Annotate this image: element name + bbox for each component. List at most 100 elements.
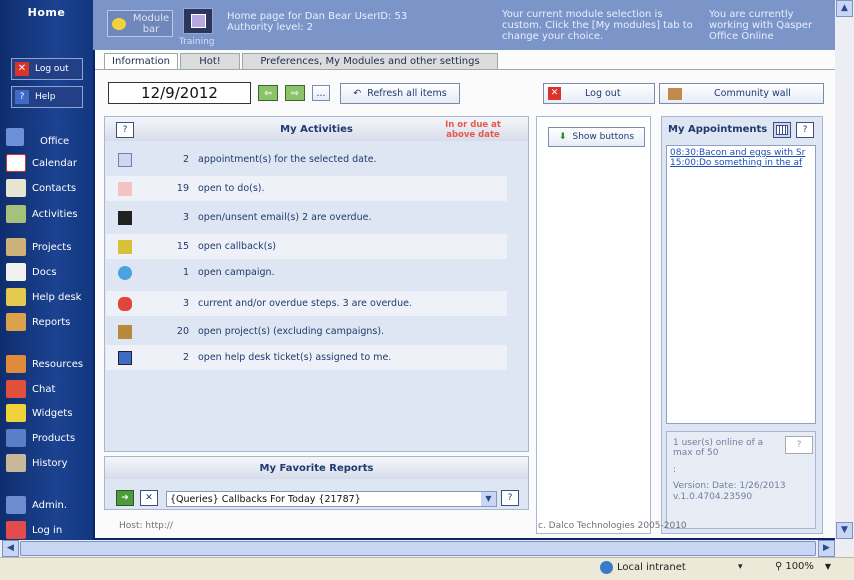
activity-count: 15	[176, 241, 189, 252]
nav-item-helpdesk[interactable]: Help desk	[6, 287, 81, 307]
nav-item-label: Chat	[32, 383, 56, 395]
nav-item-login[interactable]: Log in	[6, 520, 62, 540]
date-field[interactable]: 12/9/2012	[108, 82, 251, 104]
remove-report-button[interactable]: ✕	[140, 490, 158, 506]
nav-item-widgets[interactable]: Widgets	[6, 403, 72, 423]
activity-row-campaigns[interactable]: 1 open campaign.	[106, 260, 507, 285]
activity-count: 1	[182, 267, 189, 278]
activity-count: 3	[182, 212, 189, 223]
activity-row-tickets[interactable]: 2 open help desk ticket(s) assigned to m…	[106, 345, 507, 370]
zoom-control[interactable]: ⚲ 100% ▼	[775, 561, 831, 572]
activities-icon	[6, 205, 26, 223]
users-online: 1 user(s) online of a max of 50	[673, 438, 764, 458]
run-report-button[interactable]: ➔	[116, 490, 134, 506]
tab-preferences[interactable]: Preferences, My Modules and other settin…	[242, 53, 498, 70]
status-help-button[interactable]: ?	[785, 436, 813, 454]
widgets-icon	[6, 404, 26, 422]
nav-item-label: Help desk	[32, 291, 82, 303]
nav-item-docs[interactable]: Docs	[6, 262, 57, 282]
activity-text: open project(s) (excluding campaigns).	[198, 326, 385, 337]
vertical-scrollbar[interactable]: ▲ ▼	[835, 0, 854, 540]
todo-icon	[118, 181, 132, 196]
show-buttons-button[interactable]: ⬇ Show buttons	[548, 127, 645, 147]
activities-help-button[interactable]: ?	[116, 122, 134, 138]
appointments-help-button[interactable]: ?	[796, 122, 814, 138]
campaign-icon	[118, 265, 132, 280]
nav-item-admin[interactable]: Admin.	[6, 495, 67, 515]
nav-item-products[interactable]: Products	[6, 428, 75, 448]
scroll-thumb[interactable]	[20, 541, 816, 556]
nav-item-label: Widgets	[32, 407, 73, 419]
admin-icon	[6, 496, 26, 514]
buttons-column: ⬇ Show buttons	[536, 116, 651, 534]
products-icon	[6, 429, 26, 447]
nav-item-label: Contacts	[32, 182, 77, 194]
activity-count: 2	[182, 352, 189, 363]
zone-label: Local intranet	[617, 562, 686, 573]
scroll-down-icon[interactable]: ▼	[836, 522, 853, 539]
docs-icon	[6, 263, 26, 281]
main-content: Information Hot! Preferences, My Modules…	[95, 50, 835, 538]
nav-item-calendar[interactable]: Calendar	[6, 153, 77, 173]
phone-icon	[118, 239, 132, 254]
nav-item-history[interactable]: History	[6, 453, 68, 473]
community-wall-button[interactable]: Community wall	[659, 83, 824, 104]
nav-help-button[interactable]: ? Help	[11, 86, 83, 108]
appointments-calendar-button[interactable]	[773, 122, 791, 138]
appointment-item[interactable]: 08:30:Bacon and eggs with Sr	[667, 146, 815, 158]
activity-row-projects[interactable]: 20 open project(s) (excluding campaigns)…	[106, 319, 507, 344]
activity-row-appointments[interactable]: 2 appointment(s) for the selected date.	[106, 147, 507, 172]
projects-icon	[6, 238, 26, 256]
reports-header: My Favorite Reports	[105, 457, 528, 479]
activity-row-callbacks[interactable]: 15 open callback(s)	[106, 234, 507, 259]
nav-item-projects[interactable]: Projects	[6, 237, 71, 257]
nav-item-resources[interactable]: Resources	[6, 354, 83, 374]
nav-item-office[interactable]: Office	[6, 127, 69, 147]
activity-row-steps[interactable]: 3 current and/or overdue steps. 3 are ov…	[106, 291, 507, 316]
calendar-grid-icon	[776, 125, 788, 135]
activity-row-emails[interactable]: 3 open/unsent email(s) 2 are overdue.	[106, 205, 507, 230]
scroll-right-icon[interactable]: ▶	[818, 540, 835, 557]
nav-item-label: Projects	[32, 241, 72, 253]
report-select[interactable]: {Queries} Callbacks For Today {21787} ▼	[166, 491, 497, 507]
nav-home[interactable]: Home	[0, 0, 93, 28]
status-separator: :	[673, 465, 677, 475]
training-button[interactable]	[183, 8, 213, 34]
protected-mode-icon[interactable]: ▾	[738, 562, 743, 572]
scroll-up-icon[interactable]: ▲	[836, 0, 853, 17]
tab-hot[interactable]: Hot!	[180, 53, 240, 70]
appointment-item[interactable]: 15:00:Do something in the af	[667, 158, 815, 168]
activity-text: open/unsent email(s) 2 are overdue.	[198, 212, 372, 223]
ticket-icon	[118, 350, 132, 365]
logout-button[interactable]: ✕ Log out	[543, 83, 655, 104]
previous-date-button[interactable]: ⇦	[258, 85, 278, 101]
horizontal-scrollbar[interactable]: ◀ ▶	[0, 540, 854, 557]
reports-title: My Favorite Reports	[259, 463, 374, 474]
date-picker-button[interactable]: ...	[312, 85, 330, 101]
status-bar: Local intranet ▾ ⚲ 100% ▼	[0, 557, 854, 580]
nav-item-label: Log in	[32, 524, 63, 536]
home-page-info: Home page for Dan Bear UserID: 53	[227, 11, 408, 22]
next-date-button[interactable]: ⇨	[285, 85, 305, 101]
scroll-left-icon[interactable]: ◀	[2, 540, 19, 557]
chevron-down-icon[interactable]: ▼	[481, 492, 496, 506]
reports-help-button[interactable]: ?	[501, 490, 519, 506]
calendar-icon	[118, 152, 132, 167]
magnifier-icon: ⚲	[775, 561, 783, 572]
nav-item-contacts[interactable]: Contacts	[6, 178, 76, 198]
activity-text: open to do(s).	[198, 183, 265, 194]
activities-title: My Activities	[280, 124, 353, 135]
tab-information[interactable]: Information	[104, 53, 178, 70]
chat-icon	[6, 380, 26, 398]
logout-icon: ✕	[15, 62, 29, 76]
nav-item-label: Reports	[32, 316, 71, 328]
nav-item-chat[interactable]: Chat	[6, 379, 55, 399]
nav-logout-button[interactable]: ✕ Log out	[11, 58, 83, 80]
activity-row-todos[interactable]: 19 open to do(s).	[106, 176, 507, 201]
refresh-all-button[interactable]: ↶ Refresh all items	[340, 83, 460, 104]
logout-icon: ✕	[548, 87, 561, 100]
nav-item-activities[interactable]: Activities	[6, 204, 78, 224]
refresh-icon: ↶	[353, 88, 362, 99]
module-bar-button[interactable]: Module bar	[107, 10, 173, 37]
nav-item-reports[interactable]: Reports	[6, 312, 70, 332]
